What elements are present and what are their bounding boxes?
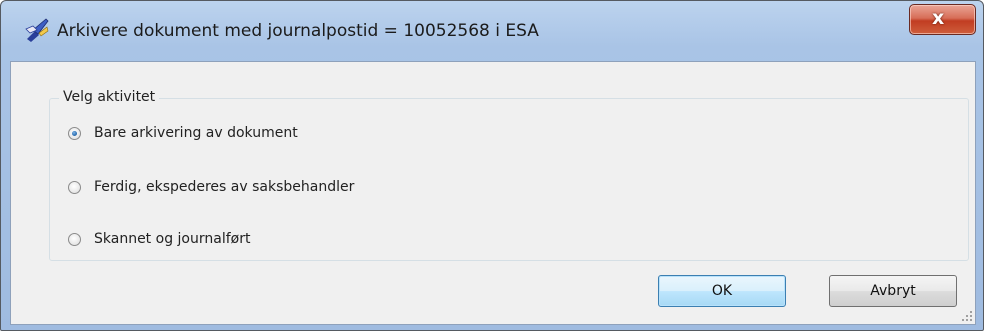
option-label[interactable]: Bare arkivering av dokument [94, 125, 298, 141]
radio-button[interactable] [68, 232, 81, 246]
dialog-body: Velg aktivitet Bare arkivering av dokume… [10, 61, 976, 325]
ok-button[interactable]: OK [658, 275, 786, 307]
option-archive-only[interactable]: Bare arkivering av dokument [68, 122, 298, 144]
option-scanned-journaled[interactable]: Skannet og journalført [68, 228, 250, 250]
option-label[interactable]: Ferdig, ekspederes av saksbehandler [94, 179, 354, 195]
title-bar[interactable]: Arkivere dokument med journalpostid = 10… [1, 1, 983, 61]
groupbox-legend: Velg aktivitet [59, 89, 160, 105]
option-label[interactable]: Skannet og journalført [94, 231, 250, 247]
window-title: Arkivere dokument med journalpostid = 10… [57, 21, 539, 41]
close-button[interactable]: x [909, 4, 976, 35]
resize-grip-icon[interactable] [961, 310, 973, 322]
close-icon: x [932, 7, 945, 29]
radio-button[interactable] [68, 180, 81, 194]
quill-pen-icon [25, 18, 49, 42]
option-done-dispatched[interactable]: Ferdig, ekspederes av saksbehandler [68, 176, 354, 198]
radio-button-selected[interactable] [68, 126, 81, 140]
dialog-window: Arkivere dokument med journalpostid = 10… [0, 0, 984, 331]
cancel-button[interactable]: Avbryt [829, 275, 957, 307]
